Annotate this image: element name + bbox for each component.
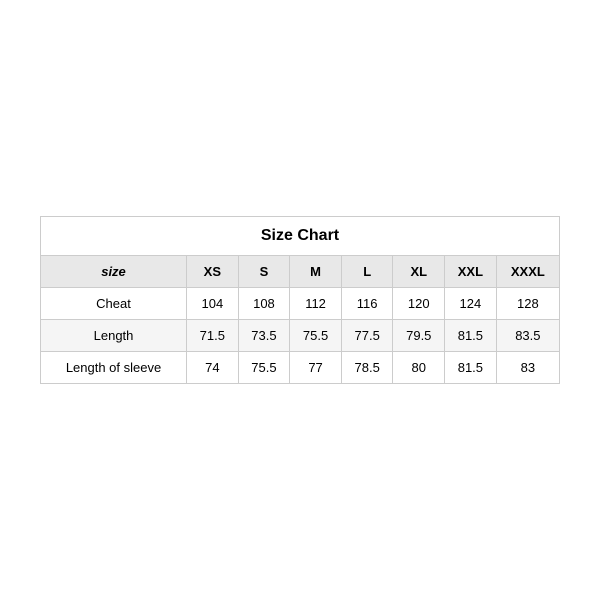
row-label-sleeve: Length of sleeve — [41, 352, 187, 384]
cell-sleeve-s: 75.5 — [238, 352, 290, 384]
table-row: Cheat 104 108 112 116 120 124 128 — [41, 288, 560, 320]
cell-sleeve-xs: 74 — [187, 352, 239, 384]
cell-sleeve-l: 78.5 — [341, 352, 393, 384]
cell-cheat-m: 112 — [290, 288, 342, 320]
row-label-cheat: Cheat — [41, 288, 187, 320]
cell-length-l: 77.5 — [341, 320, 393, 352]
col-header-size: size — [41, 256, 187, 288]
table-title: Size Chart — [41, 217, 560, 256]
cell-length-xl: 79.5 — [393, 320, 445, 352]
size-chart-container: Size Chart size XS S M L XL XXL XXXL Che… — [40, 216, 560, 384]
cell-sleeve-xxl: 81.5 — [445, 352, 497, 384]
cell-length-xs: 71.5 — [187, 320, 239, 352]
cell-cheat-xl: 120 — [393, 288, 445, 320]
cell-length-xxxl: 83.5 — [496, 320, 559, 352]
cell-cheat-xxxl: 128 — [496, 288, 559, 320]
cell-cheat-xxl: 124 — [445, 288, 497, 320]
size-chart-table: Size Chart size XS S M L XL XXL XXXL Che… — [40, 216, 560, 384]
col-header-s: S — [238, 256, 290, 288]
col-header-m: M — [290, 256, 342, 288]
col-header-l: L — [341, 256, 393, 288]
table-row: Length 71.5 73.5 75.5 77.5 79.5 81.5 83.… — [41, 320, 560, 352]
col-header-xl: XL — [393, 256, 445, 288]
row-label-length: Length — [41, 320, 187, 352]
cell-cheat-l: 116 — [341, 288, 393, 320]
title-row: Size Chart — [41, 217, 560, 256]
cell-sleeve-xl: 80 — [393, 352, 445, 384]
cell-length-xxl: 81.5 — [445, 320, 497, 352]
cell-cheat-xs: 104 — [187, 288, 239, 320]
col-header-xxxl: XXXL — [496, 256, 559, 288]
cell-sleeve-xxxl: 83 — [496, 352, 559, 384]
col-header-xxl: XXL — [445, 256, 497, 288]
cell-length-m: 75.5 — [290, 320, 342, 352]
header-row: size XS S M L XL XXL XXXL — [41, 256, 560, 288]
cell-length-s: 73.5 — [238, 320, 290, 352]
cell-cheat-s: 108 — [238, 288, 290, 320]
col-header-xs: XS — [187, 256, 239, 288]
cell-sleeve-m: 77 — [290, 352, 342, 384]
table-row: Length of sleeve 74 75.5 77 78.5 80 81.5… — [41, 352, 560, 384]
